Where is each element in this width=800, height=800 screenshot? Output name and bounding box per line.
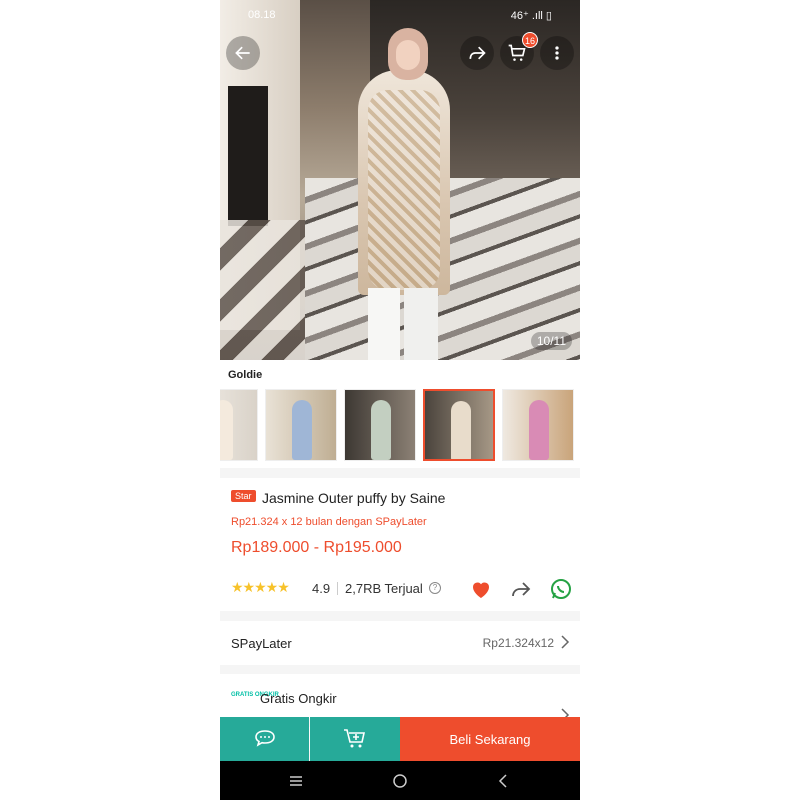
star-seller-badge: Star xyxy=(231,490,256,502)
back-nav-icon[interactable] xyxy=(496,773,512,789)
star-rating-icon: ★★★★★ xyxy=(231,579,290,595)
free-shipping-label: Gratis Ongkir xyxy=(260,691,337,706)
more-button[interactable] xyxy=(540,36,574,70)
share-button[interactable] xyxy=(460,36,494,70)
back-button[interactable] xyxy=(226,36,260,70)
help-icon[interactable]: ? xyxy=(429,582,441,594)
variant-thumbnail[interactable] xyxy=(265,389,337,461)
variant-thumbnail[interactable] xyxy=(220,389,258,461)
chevron-right-icon xyxy=(561,635,570,649)
home-icon[interactable] xyxy=(392,773,408,789)
more-vert-icon xyxy=(555,46,559,60)
sold-count: 2,7RB Terjual xyxy=(345,581,423,596)
phone-screen: 08.18 46⁺ .ıll ▯ 16 10/11 Goldie Star Ja… xyxy=(220,0,580,800)
system-nav-bar xyxy=(220,761,580,800)
status-time: 08.18 xyxy=(248,9,276,21)
status-bar: 08.18 46⁺ .ıll ▯ xyxy=(220,0,580,30)
share-icon[interactable] xyxy=(509,577,533,601)
free-shipping-row[interactable]: GRATIS ONGKIR Gratis Ongkir xyxy=(220,674,580,722)
rating-value: 4.9 xyxy=(312,581,331,596)
image-counter: 10/11 xyxy=(530,332,572,350)
product-info: Star Jasmine Outer puffy by Saine Rp21.3… xyxy=(220,478,580,611)
rating-row: ★★★★★ 4.9 2,7RB Terjual ? xyxy=(231,577,571,601)
favorite-heart-icon[interactable] xyxy=(469,577,493,601)
variant-thumbnail[interactable] xyxy=(344,389,416,461)
back-arrow-icon xyxy=(235,46,250,60)
installment-text[interactable]: Rp21.324 x 12 bulan dengan SPayLater xyxy=(231,516,427,528)
chat-button[interactable] xyxy=(220,717,309,761)
spaylater-row[interactable]: SPayLater Rp21.324x12 xyxy=(220,621,580,665)
buy-now-button[interactable]: Beli Sekarang xyxy=(400,717,580,761)
spaylater-label: SPayLater xyxy=(231,636,292,651)
status-indicators: 46⁺ .ıll ▯ xyxy=(510,10,552,22)
whatsapp-icon[interactable] xyxy=(549,577,573,601)
variant-thumbnail-selected[interactable] xyxy=(423,389,495,461)
divider xyxy=(337,582,338,595)
share-icon xyxy=(469,46,486,60)
recent-apps-icon[interactable] xyxy=(288,773,304,789)
cart-count-badge: 16 xyxy=(521,32,538,48)
add-to-cart-button[interactable] xyxy=(310,717,400,761)
add-to-cart-icon xyxy=(344,729,365,748)
price-range: Rp189.000 - Rp195.000 xyxy=(231,539,402,556)
product-image[interactable]: 08.18 46⁺ .ıll ▯ 16 10/11 xyxy=(220,0,580,360)
spaylater-value: Rp21.324x12 xyxy=(482,636,554,650)
variant-thumbnail[interactable] xyxy=(502,389,574,461)
variant-selector: Goldie xyxy=(220,360,580,468)
variant-label: Goldie xyxy=(228,369,263,381)
chat-icon xyxy=(254,730,275,747)
cart-button[interactable]: 16 xyxy=(500,32,538,70)
product-title: Jasmine Outer puffy by Saine xyxy=(262,490,446,506)
bottom-action-bar: Beli Sekarang xyxy=(220,717,580,761)
